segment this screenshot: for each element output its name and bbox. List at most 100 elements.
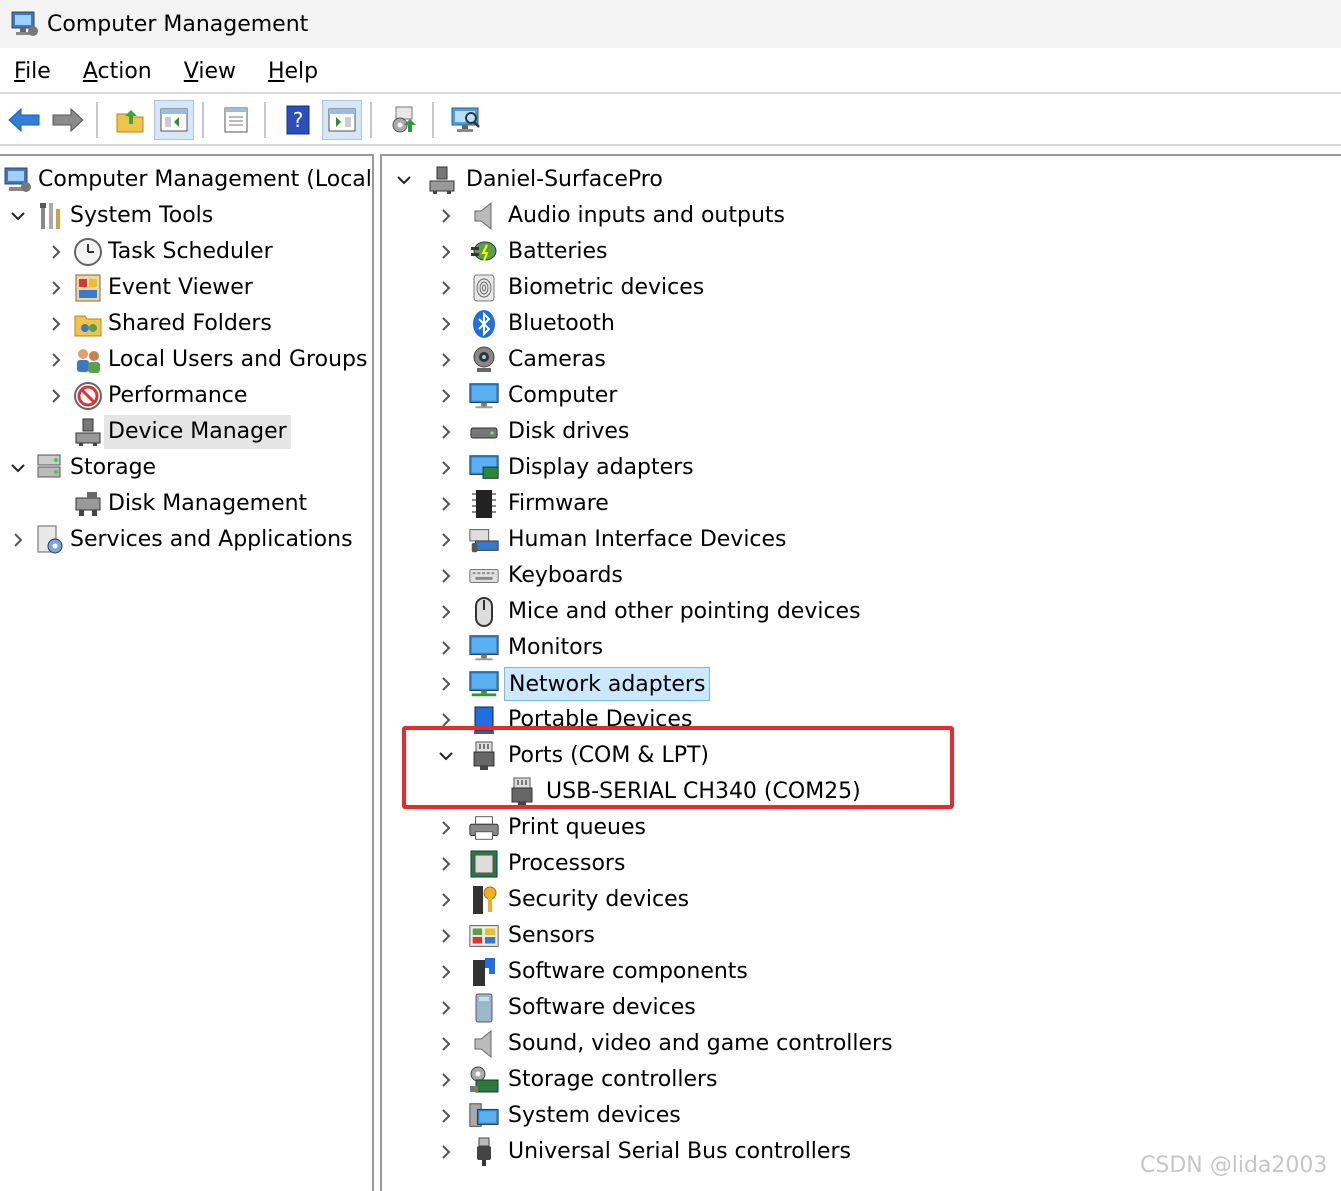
chevron-right-icon[interactable] [436,314,456,334]
device-label: Human Interface Devices [508,527,787,552]
menu-accelerator: H [267,58,285,84]
chevron-right-icon[interactable] [436,494,456,514]
device-category-computer[interactable]: Computer [436,378,621,414]
menu-action[interactable]: Action [83,59,152,84]
device-tree: Daniel-SurfacePro Audio inputs and output… [382,154,1341,1191]
printer-icon [468,812,500,844]
chevron-right-icon[interactable] [436,926,456,946]
device-category-bluetooth[interactable]: Bluetooth [436,306,619,342]
device-label: Computer [508,383,618,408]
chevron-right-icon[interactable] [436,530,456,550]
device-tree-root[interactable]: Daniel-SurfacePro [394,162,667,198]
chevron-right-icon[interactable] [436,638,456,658]
chevron-right-icon[interactable] [436,458,456,478]
nav-item-disk-management[interactable]: Disk Management [46,486,311,522]
chevron-right-icon[interactable] [436,278,456,298]
chevron-right-icon[interactable] [436,890,456,910]
device-category-sensors[interactable]: Sensors [436,918,599,954]
nav-item-storage[interactable]: Storage [8,450,160,486]
show-hide-tree-icon[interactable] [154,100,194,140]
device-category-monitors[interactable]: Monitors [436,630,607,666]
chevron-down-icon[interactable] [8,458,28,478]
device-category-keyboards[interactable]: Keyboards [436,558,627,594]
properties-icon[interactable] [216,100,256,140]
device-category-human-interface-devices[interactable]: Human Interface Devices [436,522,791,558]
chevron-right-icon[interactable] [8,530,28,550]
device-category-audio-inputs-and-outputs[interactable]: Audio inputs and outputs [436,198,789,234]
chevron-right-icon[interactable] [46,242,66,262]
usb-icon [468,1136,500,1168]
device-label: Software devices [508,995,696,1020]
nav-item-task-scheduler[interactable]: Task Scheduler [46,234,277,270]
device-label: Mice and other pointing devices [508,599,861,624]
back-icon[interactable] [4,100,44,140]
device-category-firmware[interactable]: Firmware [436,486,613,522]
chevron-right-icon[interactable] [436,602,456,622]
chevron-right-icon[interactable] [436,1142,456,1162]
chevron-right-icon[interactable] [436,818,456,838]
chevron-right-icon[interactable] [436,1070,456,1090]
chevron-right-icon[interactable] [46,314,66,334]
device-category-network-adapters[interactable]: Network adapters [436,666,711,702]
device-category-software-components[interactable]: Software components [436,954,752,990]
device-category-system-devices[interactable]: System devices [436,1098,685,1134]
nav-item-services-and-applications[interactable]: Services and Applications [8,522,357,558]
device-category-batteries[interactable]: Batteries [436,234,612,270]
device-category-processors[interactable]: Processors [436,846,629,882]
nav-item-performance[interactable]: Performance [46,378,251,414]
chevron-right-icon[interactable] [436,962,456,982]
device-category-cameras[interactable]: Cameras [436,342,610,378]
nav-item-event-viewer[interactable]: Event Viewer [46,270,257,306]
chevron-right-icon[interactable] [436,422,456,442]
menu-view[interactable]: View [184,59,236,84]
storage-controller-icon [468,1064,500,1096]
chevron-right-icon[interactable] [436,242,456,262]
device-category-print-queues[interactable]: Print queues [436,810,650,846]
device-category-display-adapters[interactable]: Display adapters [436,450,698,486]
up-folder-icon[interactable] [110,100,150,140]
device-category-biometric-devices[interactable]: Biometric devices [436,270,708,306]
device-category-disk-drives[interactable]: Disk drives [436,414,633,450]
chevron-right-icon[interactable] [436,854,456,874]
chevron-right-icon[interactable] [436,386,456,406]
nav-item-device-manager[interactable]: Device Manager [46,414,291,450]
shared-folders-icon [72,308,104,340]
pane-splitter[interactable] [372,154,382,1191]
device-category-universal-serial-bus-controllers[interactable]: Universal Serial Bus controllers [436,1134,855,1170]
chevron-down-icon[interactable] [8,206,28,226]
nav-item-computer-management-local[interactable]: Computer Management (Local) [2,162,384,198]
device-label: Processors [508,851,626,876]
chevron-right-icon[interactable] [436,566,456,586]
device-category-sound-video-and-game-controllers[interactable]: Sound, video and game controllers [436,1026,897,1062]
chevron-right-icon[interactable] [436,1106,456,1126]
nav-item-system-tools[interactable]: System Tools [8,198,217,234]
help-icon[interactable]: ? [278,100,318,140]
nav-item-label: Local Users and Groups [108,347,368,372]
chevron-right-icon[interactable] [436,206,456,226]
toolbar-separator [96,102,98,138]
nav-item-local-users-and-groups[interactable]: Local Users and Groups [46,342,371,378]
chevron-down-icon[interactable] [394,170,414,190]
chevron-right-icon[interactable] [46,350,66,370]
disk-drive-icon [468,416,500,448]
monitor-icon [468,380,500,412]
device-category-storage-controllers[interactable]: Storage controllers [436,1062,721,1098]
forward-icon[interactable] [48,100,88,140]
nav-item-shared-folders[interactable]: Shared Folders [46,306,276,342]
action-settings-icon[interactable] [384,100,424,140]
device-category-security-devices[interactable]: Security devices [436,882,693,918]
chevron-right-icon[interactable] [46,278,66,298]
chevron-right-icon[interactable] [436,674,456,694]
device-category-mice-and-other-pointing-devices[interactable]: Mice and other pointing devices [436,594,865,630]
chevron-right-icon[interactable] [436,1034,456,1054]
device-category-software-devices[interactable]: Software devices [436,990,700,1026]
chevron-right-icon[interactable] [436,998,456,1018]
chevron-right-icon[interactable] [46,386,66,406]
event-viewer-icon [72,272,104,304]
device-label: Sound, video and game controllers [508,1031,893,1056]
chevron-right-icon[interactable] [436,350,456,370]
menu-file[interactable]: File [14,59,51,84]
menu-help[interactable]: Help [268,59,318,84]
scan-hardware-icon[interactable] [446,100,486,140]
show-action-pane-icon[interactable] [322,100,362,140]
